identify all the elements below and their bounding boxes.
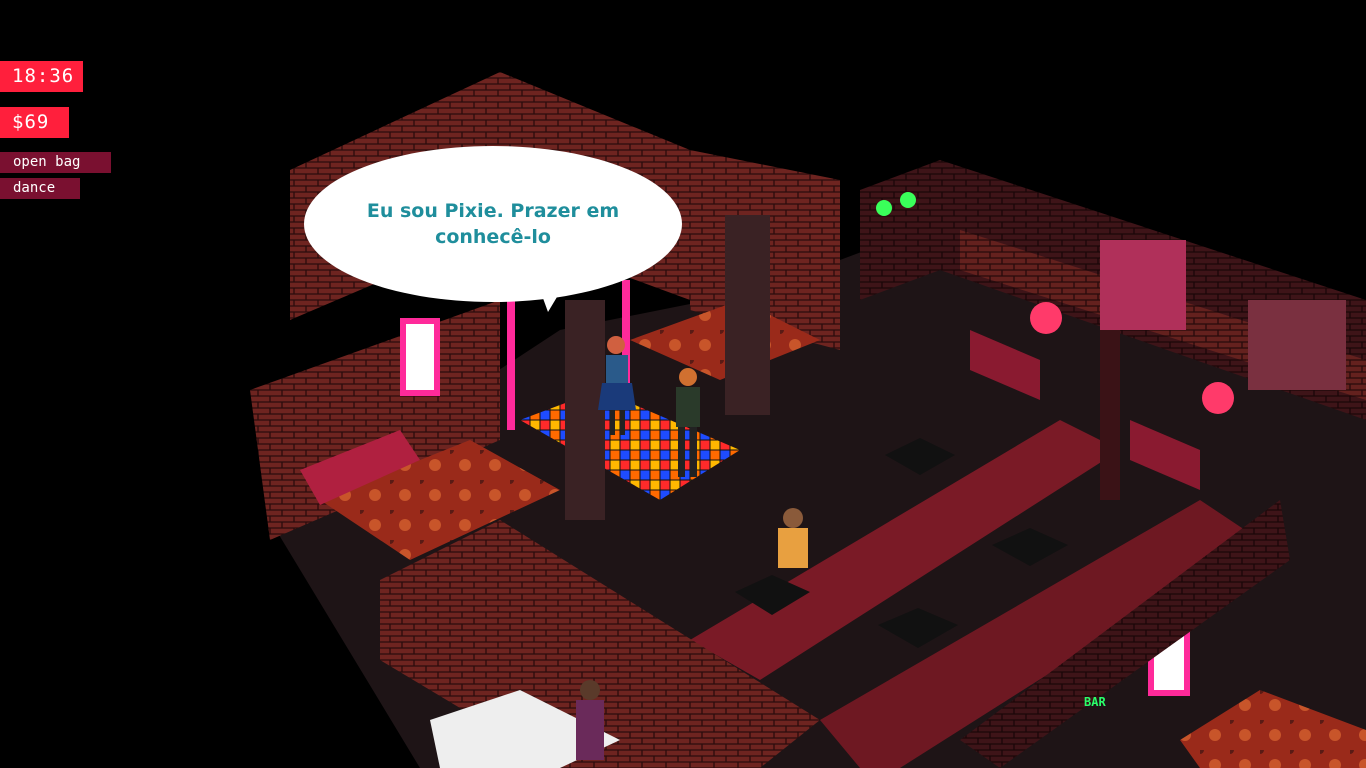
band-poster-2 <box>1248 300 1346 390</box>
neon-pillar-left <box>507 300 515 430</box>
pink-lantern-2 <box>1202 382 1234 414</box>
open-bag-button[interactable]: open bag <box>0 152 111 173</box>
green-light-2 <box>900 192 916 208</box>
pillar-b <box>725 215 770 415</box>
nightclub-scene[interactable]: BAR <box>0 0 1366 768</box>
clock-display: 18:36 <box>0 61 83 92</box>
pink-lantern-1 <box>1030 302 1062 334</box>
dance-button[interactable]: dance <box>0 178 80 199</box>
green-light-1 <box>876 200 892 216</box>
speech-text: Eu sou Pixie. Prazer em conhecê-lo <box>366 200 620 248</box>
money-display: $69 <box>0 107 69 138</box>
band-poster-1 <box>1100 240 1186 330</box>
bar-neon-sign: BAR <box>1084 695 1106 709</box>
speech-bubble: Eu sou Pixie. Prazer em conhecê-lo <box>304 146 682 302</box>
